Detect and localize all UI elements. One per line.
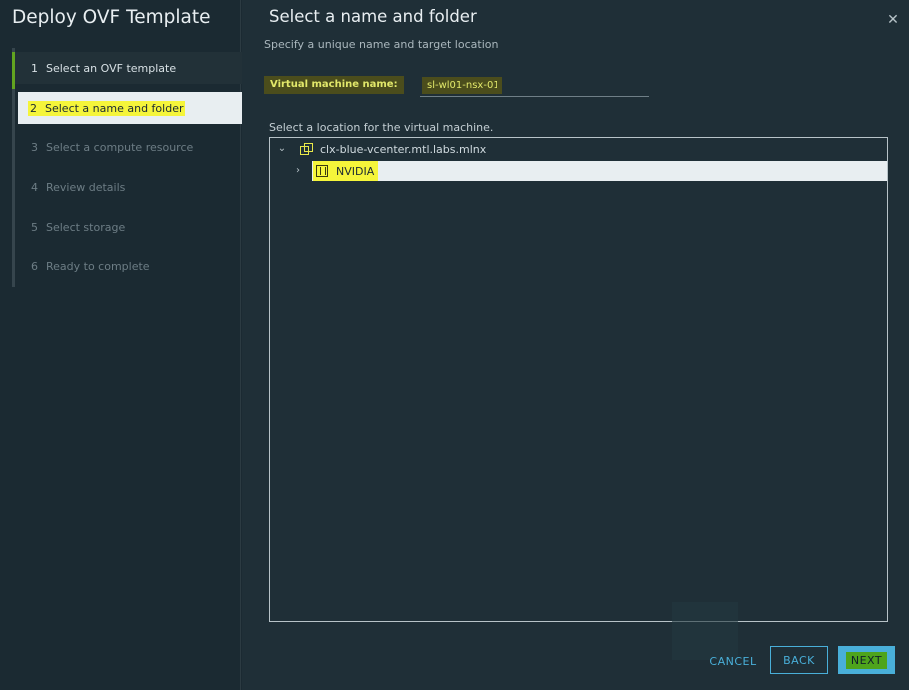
step-select-ovf-template[interactable]: 1 Select an OVF template — [12, 52, 244, 89]
vm-name-input[interactable] — [422, 77, 502, 94]
tree-node-content: NVIDIA — [313, 161, 379, 181]
tree-node-label: clx-blue-vcenter.mtl.labs.mlnx — [320, 142, 487, 156]
datacenter-icon — [316, 165, 328, 177]
page-subtitle: Specify a unique name and target locatio… — [264, 38, 499, 51]
back-button[interactable]: BACK — [770, 646, 828, 674]
tree-node-nvidia[interactable]: › NVIDIA — [270, 161, 887, 181]
step-number: 6 — [31, 259, 38, 273]
step-label: Review details — [46, 180, 126, 194]
step-ready-to-complete[interactable]: 6 Ready to complete — [15, 250, 244, 282]
page-title: Select a name and folder — [269, 7, 477, 26]
step-label: Select a name and folder — [45, 101, 184, 115]
step-number: 4 — [31, 180, 38, 194]
vcenter-icon — [300, 143, 313, 155]
tree-node-label: NVIDIA — [336, 164, 375, 178]
next-button-label: NEXT — [845, 651, 888, 669]
step-select-name-folder[interactable]: 2 Select a name and folder — [18, 92, 244, 124]
tree-node-vcenter[interactable]: ⌄ clx-blue-vcenter.mtl.labs.mlnx — [270, 139, 887, 159]
step-number: 1 — [31, 61, 38, 75]
vm-name-field-wrap — [420, 77, 649, 97]
cancel-button[interactable]: CANCEL — [704, 647, 762, 675]
step-label: Select a compute resource — [46, 140, 194, 154]
location-label: Select a location for the virtual machin… — [269, 121, 494, 134]
step-label: Ready to complete — [46, 259, 150, 273]
chevron-down-icon[interactable]: ⌄ — [276, 143, 288, 155]
dialog-title: Deploy OVF Template — [12, 7, 211, 28]
step-review-details[interactable]: 4 Review details — [15, 171, 244, 203]
location-tree: ⌄ clx-blue-vcenter.mtl.labs.mlnx › NVIDI… — [269, 137, 888, 622]
steps-list: 1 Select an OVF template 2 Select a name… — [12, 48, 244, 287]
step-number: 3 — [31, 140, 38, 154]
next-button[interactable]: NEXT — [838, 646, 895, 674]
step-label: Select an OVF template — [46, 61, 177, 75]
wizard-content: Select a name and folder ✕ Specify a uni… — [242, 0, 909, 690]
step-number: 2 — [30, 101, 37, 115]
close-icon[interactable]: ✕ — [885, 12, 901, 28]
chevron-right-icon[interactable]: › — [292, 165, 304, 177]
wizard-steps-panel: Deploy OVF Template 1 Select an OVF temp… — [0, 0, 244, 690]
step-select-compute-resource[interactable]: 3 Select a compute resource — [15, 131, 244, 163]
step-number: 5 — [31, 220, 38, 234]
step-label: Select storage — [46, 220, 126, 234]
step-select-storage[interactable]: 5 Select storage — [15, 211, 244, 243]
vm-name-label: Virtual machine name: — [264, 76, 404, 94]
